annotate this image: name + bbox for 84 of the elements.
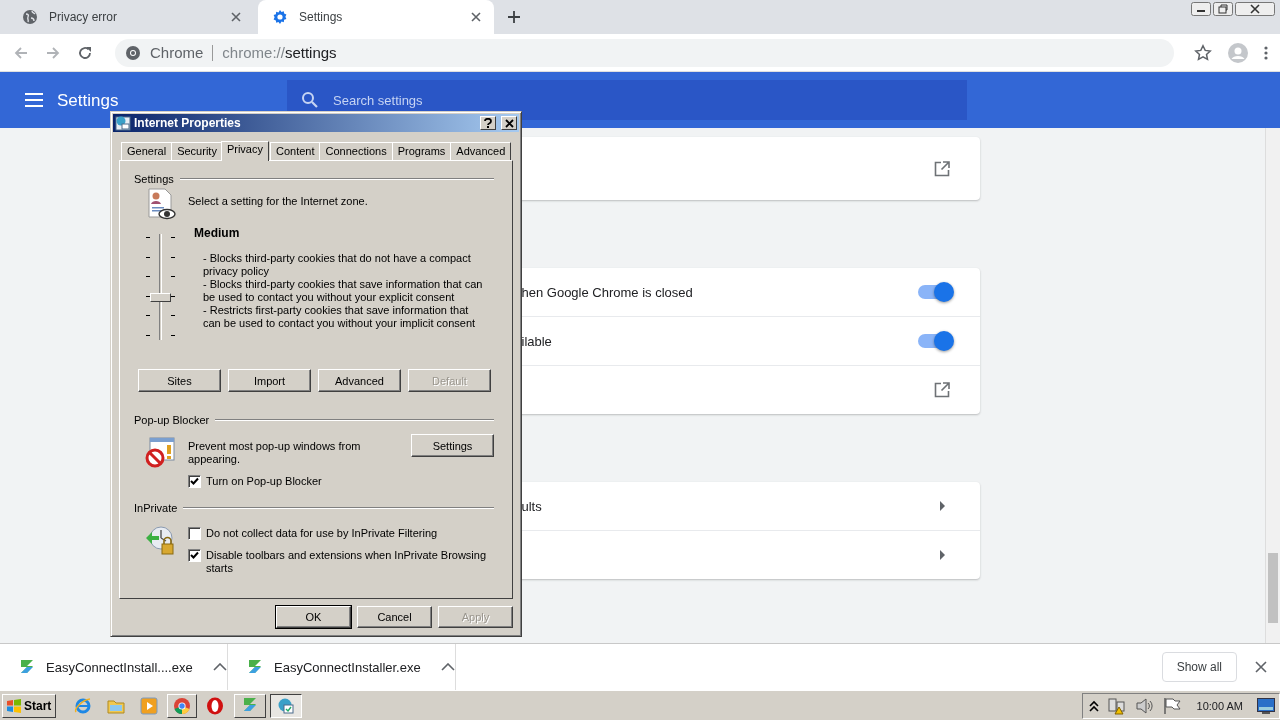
description-text: - Restricts first-party cookies that save information that can be used to contact you without your implicit consent — [203, 304, 477, 330]
group-label: Pop-up Blocker — [134, 414, 210, 426]
checkbox-label: Do not collect data for use by InPrivate Filtering — [206, 527, 439, 540]
address-bar[interactable]: Chrome chrome://settings — [115, 38, 1174, 67]
browser-tab[interactable]: Settings — [258, 0, 494, 34]
clock: 10:00 AM — [1196, 699, 1243, 712]
search-icon — [301, 91, 319, 109]
checkbox-label: Disable toolbars and extensions when InPrivate Browsing starts — [206, 549, 488, 575]
popup-description: Prevent most pop-up windows from appearing. — [188, 440, 362, 466]
button[interactable]: Import — [228, 369, 311, 392]
checkbox-label: Turn on Pop-up Blocker — [206, 475, 323, 488]
toggle-switch[interactable] — [917, 334, 952, 348]
dialog-tab[interactable]: Content — [269, 142, 321, 160]
button[interactable]: Advanced — [318, 369, 401, 392]
windows-flag-icon — [6, 698, 22, 713]
description-text: - Blocks third-party cookies that do not have a compact privacy policy — [203, 252, 472, 278]
browser-icon — [173, 696, 192, 715]
scrollbar[interactable] — [1265, 128, 1280, 643]
setting-label: hen Google Chrome is closed — [521, 284, 693, 300]
download-item[interactable]: EasyConnectInstall....exe — [46, 659, 193, 675]
taskbar-button[interactable] — [270, 693, 303, 718]
url-text: chrome://settings — [222, 44, 337, 61]
checkbox[interactable] — [188, 475, 201, 488]
download-item[interactable]: EasyConnectInstaller.exe — [274, 659, 421, 675]
group-label: InPrivate — [134, 502, 178, 514]
dialog-tab[interactable]: General — [121, 142, 173, 160]
setting-label: ilable — [521, 333, 552, 349]
internet-options-icon — [115, 115, 131, 131]
search-field[interactable]: Search settings — [287, 80, 967, 120]
arrow-right-icon[interactable] — [938, 550, 945, 560]
installer-icon — [246, 659, 264, 675]
close-icon[interactable] — [1255, 661, 1267, 673]
dialog-tab[interactable]: Connections — [319, 142, 393, 160]
star-icon[interactable] — [1194, 43, 1212, 62]
gear-icon — [272, 9, 288, 25]
caret-icon[interactable] — [440, 663, 455, 671]
button[interactable]: Cancel — [357, 606, 432, 628]
flag-icon[interactable] — [1162, 696, 1181, 715]
menu-icon[interactable] — [25, 93, 43, 107]
popup-blocked-icon — [144, 436, 176, 468]
globe-icon — [22, 9, 38, 25]
restore-icon[interactable] — [1213, 2, 1233, 16]
setting-label: ults — [521, 498, 542, 514]
site-label: Chrome — [150, 44, 204, 61]
minimize-icon[interactable] — [1191, 2, 1211, 16]
caret-icon[interactable] — [212, 663, 227, 671]
browser-tab[interactable]: Privacy error — [8, 0, 254, 34]
network-warning-icon[interactable] — [1106, 696, 1127, 715]
reload-icon[interactable] — [77, 44, 93, 61]
page-title: Settings — [57, 91, 120, 111]
checkbox[interactable] — [188, 527, 201, 540]
internet-options-icon — [277, 697, 296, 714]
show-desktop-icon[interactable] — [1257, 697, 1275, 714]
button[interactable]: Settings — [411, 434, 494, 457]
checkbox[interactable] — [188, 549, 201, 562]
intro-text: Select a setting for the Internet zone. — [188, 195, 368, 207]
privacy-document-icon — [146, 188, 176, 220]
toggle-switch[interactable] — [917, 285, 952, 299]
media-player-icon[interactable] — [140, 696, 159, 715]
arrow-right-icon[interactable] — [938, 501, 945, 511]
close-icon[interactable] — [1235, 2, 1275, 16]
window-title: Internet Properties — [134, 116, 241, 130]
dialog-tab[interactable]: Privacy — [220, 141, 269, 161]
chrome-icon — [125, 44, 141, 61]
menu-icon[interactable] — [1264, 44, 1268, 61]
show-hidden-icons[interactable] — [1088, 699, 1099, 712]
dialog-tab[interactable]: Programs — [391, 142, 452, 160]
chrome-taskbar-button[interactable] — [167, 693, 198, 718]
help-button[interactable] — [480, 116, 496, 130]
installer-icon — [18, 659, 36, 675]
speaker-icon[interactable] — [1134, 697, 1155, 714]
close-button[interactable] — [501, 116, 517, 130]
external-link-icon[interactable] — [933, 382, 950, 398]
button[interactable]: OK — [276, 606, 351, 628]
inprivate-lock-icon — [144, 524, 176, 556]
external-link-icon[interactable] — [933, 160, 950, 177]
start-button[interactable]: Start — [2, 693, 57, 718]
show-all-button[interactable]: Show all — [1161, 652, 1237, 682]
button[interactable]: Sites — [138, 369, 221, 392]
group-label: Settings — [134, 173, 174, 185]
level-name: Medium — [194, 226, 241, 240]
description-text: - Blocks third-party cookies that save information that can be used to contact you without your explicit consent — [203, 278, 484, 304]
new-tab-icon[interactable] — [506, 9, 522, 25]
dialog-tab[interactable]: Advanced — [450, 142, 512, 160]
